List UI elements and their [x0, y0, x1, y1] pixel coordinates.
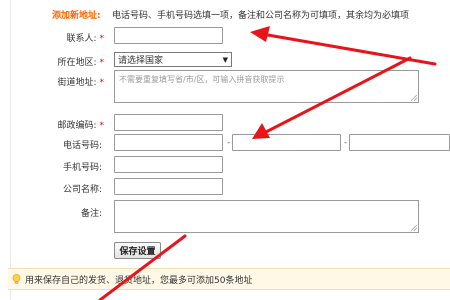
- resize-handle-icon[interactable]: [411, 95, 417, 101]
- phone-separator: -: [344, 138, 348, 148]
- contact-input[interactable]: [114, 27, 223, 44]
- lightbulb-icon: [12, 273, 21, 284]
- phone-label: 电话号码:: [62, 141, 102, 151]
- annotation-arrow-top: [260, 32, 437, 66]
- phone-separator: -: [227, 138, 231, 148]
- tip-bar: 用来保存自己的发货、退货地址，您最多可添加50条地址: [8, 268, 450, 290]
- region-label: 所在地区: *: [57, 58, 105, 68]
- save-button[interactable]: 保存设置: [114, 242, 161, 259]
- mobile-label: 手机号码:: [62, 163, 102, 173]
- phone-area-code-input[interactable]: [114, 134, 223, 151]
- region-select-value: 请选择国家: [118, 56, 164, 66]
- company-label: 公司名称:: [62, 185, 102, 195]
- required-mark: *: [99, 58, 105, 68]
- resize-handle-icon[interactable]: [411, 225, 417, 231]
- postcode-input[interactable]: [114, 114, 223, 131]
- postcode-label: 邮政编码: *: [57, 121, 105, 131]
- contact-label: 联系人: *: [66, 34, 105, 44]
- note-textarea[interactable]: [114, 200, 419, 233]
- required-mark: *: [99, 34, 105, 44]
- form-title: 添加新地址:: [52, 11, 101, 21]
- mobile-input[interactable]: [114, 156, 223, 173]
- street-placeholder: 不需要重复填写省/市/区，可输入拼音获取提示: [119, 75, 285, 84]
- street-textarea[interactable]: 不需要重复填写省/市/区，可输入拼音获取提示: [114, 70, 419, 103]
- required-mark: *: [99, 78, 105, 88]
- note-label: 备注:: [80, 209, 102, 219]
- region-select[interactable]: 请选择国家 ▼: [114, 52, 232, 67]
- tip-text: 用来保存自己的发货、退货地址，您最多可添加50条地址: [25, 275, 253, 286]
- left-panel-edge: [0, 0, 11, 300]
- form-description: 电话号码、手机号码选填一项，备注和公司名称为可填项，其余均为必填项: [112, 11, 410, 21]
- chevron-down-icon: ▼: [222, 55, 228, 64]
- company-input[interactable]: [114, 178, 223, 195]
- phone-number-input[interactable]: [232, 134, 341, 151]
- phone-extension-input[interactable]: [349, 134, 450, 151]
- street-label: 街道地址: *: [57, 78, 105, 88]
- required-mark: *: [99, 121, 105, 131]
- annotation-arrowhead-top: [250, 26, 270, 42]
